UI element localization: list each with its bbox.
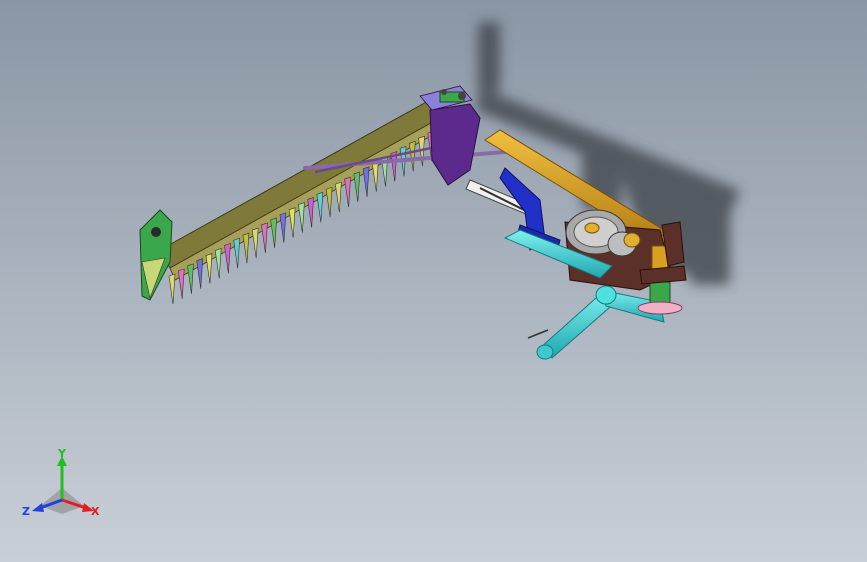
- mower-assembly-model[interactable]: [0, 0, 867, 562]
- z-axis-label: Z: [22, 505, 30, 518]
- cutter-tooth: [168, 273, 176, 305]
- cutter-tooth: [344, 176, 351, 208]
- cutter-tooth: [307, 197, 314, 228]
- cutter-tooth: [371, 161, 379, 192]
- y-axis-label: Y: [57, 448, 67, 460]
- cutter-tooth: [279, 212, 287, 243]
- cad-viewport[interactable]: Y X Z: [0, 0, 867, 562]
- cutter-tooth: [362, 166, 370, 197]
- cutter-tooth: [298, 202, 305, 233]
- cutter-tooth: [196, 258, 204, 289]
- cutter-tooth: [242, 232, 250, 264]
- cutter-bar[interactable]: [159, 99, 446, 281]
- coordinate-triad[interactable]: Y X Z: [18, 448, 108, 528]
- cutter-tooth: [261, 222, 268, 254]
- cutter-teeth: [168, 125, 444, 305]
- cutter-tooth: [187, 263, 194, 294]
- cutter-tooth: [177, 268, 185, 299]
- cutter-tooth: [325, 186, 333, 218]
- outer-shoe[interactable]: [139, 209, 173, 301]
- cutter-tooth: [205, 253, 213, 284]
- cutter-tooth: [353, 171, 361, 202]
- x-axis-label: X: [91, 505, 100, 518]
- cutter-tooth: [251, 227, 259, 259]
- cutter-tooth: [233, 237, 241, 269]
- cutter-tooth: [335, 181, 342, 213]
- cutter-tooth: [288, 207, 296, 238]
- cutter-tooth: [214, 248, 222, 279]
- cutter-tooth: [224, 242, 231, 274]
- cutter-tooth: [316, 191, 324, 223]
- cutter-tooth: [408, 140, 416, 172]
- cutter-tooth: [270, 217, 277, 248]
